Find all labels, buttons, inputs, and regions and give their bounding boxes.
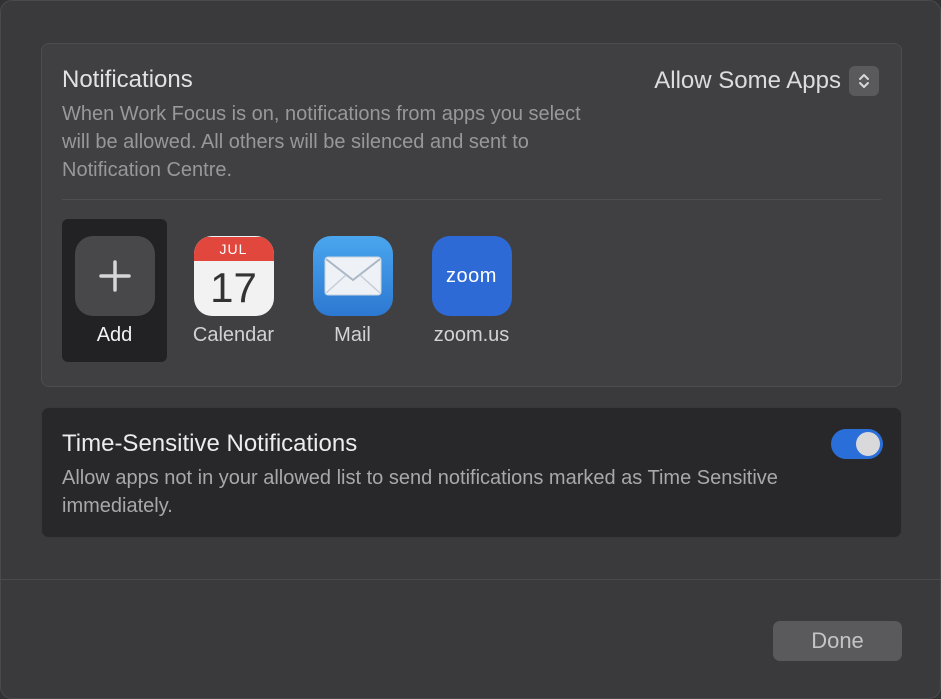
add-app-button[interactable]: Add	[62, 219, 167, 362]
zoom-logo-text: zoom	[446, 264, 497, 287]
divider	[62, 199, 881, 200]
time-sensitive-panel: Time-Sensitive Notifications Allow apps …	[41, 407, 902, 538]
calendar-month: JUL	[193, 237, 274, 261]
toggle-knob	[856, 432, 880, 456]
allow-mode-popup[interactable]: Allow Some Apps	[654, 64, 879, 98]
allow-mode-label: Allow Some Apps	[654, 67, 841, 94]
plus-icon	[74, 236, 155, 316]
app-label: zoom.us	[433, 324, 510, 346]
calendar-day: 17	[210, 264, 257, 311]
app-label: Mail	[334, 324, 371, 346]
done-button[interactable]: Done	[773, 621, 902, 661]
app-mail[interactable]: Mail	[300, 219, 405, 362]
up-down-chevron-icon	[849, 66, 879, 96]
footer-divider	[1, 579, 940, 580]
focus-notifications-sheet: Notifications When Work Focus is on, not…	[0, 0, 941, 699]
app-label: Calendar	[192, 324, 275, 346]
time-sensitive-toggle[interactable]	[831, 429, 883, 459]
app-label: Add	[96, 324, 133, 346]
notifications-description: When Work Focus is on, notifications fro…	[62, 103, 581, 181]
calendar-icon: JUL 17	[193, 236, 274, 316]
notifications-panel: Notifications When Work Focus is on, not…	[41, 43, 902, 387]
app-calendar[interactable]: JUL 17 Calendar	[181, 219, 286, 362]
time-sensitive-description: Allow apps not in your allowed list to s…	[62, 467, 778, 517]
notifications-title: Notifications	[62, 66, 193, 93]
mail-icon	[312, 236, 393, 316]
zoom-icon: zoom	[431, 236, 512, 316]
time-sensitive-title: Time-Sensitive Notifications	[62, 430, 358, 457]
app-zoom[interactable]: zoom zoom.us	[419, 219, 524, 362]
